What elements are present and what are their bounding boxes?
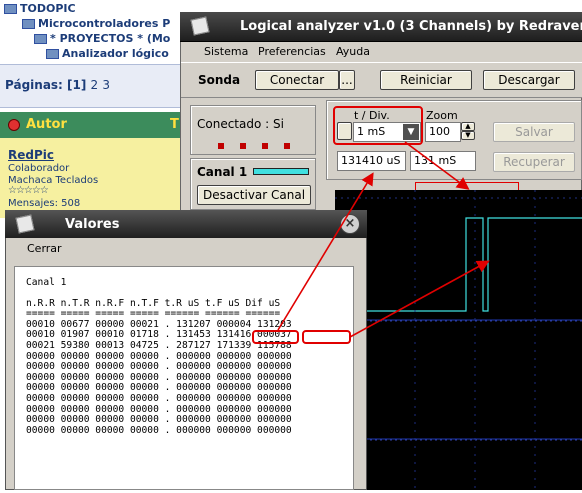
led-indicator bbox=[284, 143, 290, 149]
duration-field[interactable]: 131 mS bbox=[410, 151, 476, 171]
tree-item-microcontroladores[interactable]: Microcontroladores P bbox=[22, 17, 170, 30]
folder-icon bbox=[4, 4, 17, 14]
page-3-link[interactable]: 3 bbox=[102, 78, 110, 92]
app-icon bbox=[190, 16, 210, 36]
page-2-link[interactable]: 2 bbox=[91, 78, 99, 92]
tree-label: TODOPIC bbox=[20, 2, 76, 15]
user-role: Colaborador bbox=[8, 163, 70, 174]
duration-bracket bbox=[415, 182, 519, 190]
duration-value: 131 mS bbox=[414, 154, 457, 167]
tree-label: Analizador lógico bbox=[62, 47, 169, 60]
topic-header-fragment: T bbox=[170, 117, 179, 132]
connection-panel: Conectado : Si bbox=[190, 105, 316, 155]
channel-label: Canal 1 bbox=[197, 165, 248, 179]
analyzer-toolbar: Sonda Conectar ... Reiniciar Descargar bbox=[181, 62, 582, 98]
channel-panel: Canal 1 Desactivar Canal bbox=[190, 158, 316, 210]
waveform-svg bbox=[335, 190, 582, 490]
values-text-area[interactable]: Canal 1 n.R.R n.T.R n.R.F n.T.F t.R uS t.… bbox=[14, 266, 354, 490]
dif-highlight bbox=[302, 330, 351, 344]
zoom-down-icon[interactable]: ▼ bbox=[461, 131, 475, 140]
browse-button[interactable]: ... bbox=[339, 70, 355, 90]
pages-label: Páginas: [1] bbox=[5, 78, 87, 92]
download-button[interactable]: Descargar bbox=[483, 70, 575, 90]
tree-item-analizador[interactable]: Analizador lógico bbox=[46, 47, 169, 60]
author-header: Autor T bbox=[0, 112, 190, 138]
channel-1-waveform bbox=[335, 217, 582, 312]
tree-item-todopic[interactable]: TODOPIC bbox=[4, 2, 76, 15]
restart-button[interactable]: Reiniciar bbox=[380, 70, 472, 90]
connection-status: Conectado : Si bbox=[197, 117, 284, 131]
zoom-value: 100 bbox=[429, 125, 450, 138]
bug-icon bbox=[8, 119, 20, 131]
zoom-input[interactable]: 100 bbox=[425, 122, 461, 142]
values-row: 00000 00000 00000 00000 . 000000 000000 … bbox=[26, 392, 292, 404]
folder-icon bbox=[34, 34, 47, 44]
menu-preferencias[interactable]: Preferencias bbox=[258, 45, 326, 58]
channel-color-swatch bbox=[253, 168, 309, 175]
app-icon bbox=[15, 214, 35, 234]
menu-cerrar[interactable]: Cerrar bbox=[27, 242, 62, 255]
zoom-up-icon[interactable]: ▲ bbox=[461, 122, 475, 131]
connect-button[interactable]: Conectar bbox=[255, 70, 339, 90]
zoom-label: Zoom bbox=[426, 109, 458, 122]
time-cursor-value: 131410 uS bbox=[341, 154, 401, 167]
user-posts: Mensajes: 508 bbox=[8, 198, 81, 209]
tf-highlight bbox=[252, 330, 299, 344]
rank-stars-icon: ☆☆☆☆☆ bbox=[8, 185, 49, 196]
close-icon[interactable]: × bbox=[340, 214, 360, 234]
menu-ayuda[interactable]: Ayuda bbox=[336, 45, 370, 58]
values-row: 00000 00000 00000 00000 . 000000 000000 … bbox=[26, 424, 292, 436]
values-channel-title: Canal 1 bbox=[26, 277, 67, 288]
values-menubar: Cerrar bbox=[6, 238, 366, 260]
folder-icon bbox=[22, 19, 35, 29]
led-indicator bbox=[218, 143, 224, 149]
sonda-label: Sonda bbox=[198, 73, 241, 87]
tree-label: * PROYECTOS * (Mo bbox=[50, 32, 171, 45]
author-label: Autor bbox=[26, 117, 67, 132]
forum-tree: TODOPIC Microcontroladores P * PROYECTOS… bbox=[0, 0, 190, 64]
user-name-link[interactable]: RedPic bbox=[8, 148, 54, 162]
analyzer-menubar: Sistema Preferencias Ayuda bbox=[181, 42, 582, 62]
time-cursor-field[interactable]: 131410 uS bbox=[337, 151, 406, 171]
user-profile: RedPic Colaborador Machaca Teclados ☆☆☆☆… bbox=[0, 138, 190, 218]
menu-sistema[interactable]: Sistema bbox=[204, 45, 248, 58]
save-button[interactable]: Salvar bbox=[493, 122, 575, 142]
led-indicator bbox=[262, 143, 268, 149]
analyzer-title: Logical analyzer v1.0 (3 Channels) by Re… bbox=[240, 19, 582, 34]
deactivate-channel-button[interactable]: Desactivar Canal bbox=[197, 185, 311, 205]
folder-icon bbox=[46, 49, 59, 59]
recover-button[interactable]: Recuperar bbox=[493, 152, 575, 172]
pagination-bar: Páginas: [1] 2 3 bbox=[0, 64, 190, 108]
waveform-display[interactable] bbox=[335, 190, 582, 490]
pagination: Páginas: [1] 2 3 bbox=[5, 78, 110, 92]
values-titlebar[interactable]: Valores bbox=[5, 210, 367, 238]
analyzer-titlebar[interactable]: Logical analyzer v1.0 (3 Channels) by Re… bbox=[180, 12, 582, 42]
values-title: Valores bbox=[65, 217, 120, 232]
tree-item-proyectos[interactable]: * PROYECTOS * (Mo bbox=[34, 32, 170, 45]
led-indicator bbox=[240, 143, 246, 149]
tree-label: Microcontroladores P bbox=[38, 17, 171, 30]
tdiv-highlight bbox=[333, 106, 423, 145]
